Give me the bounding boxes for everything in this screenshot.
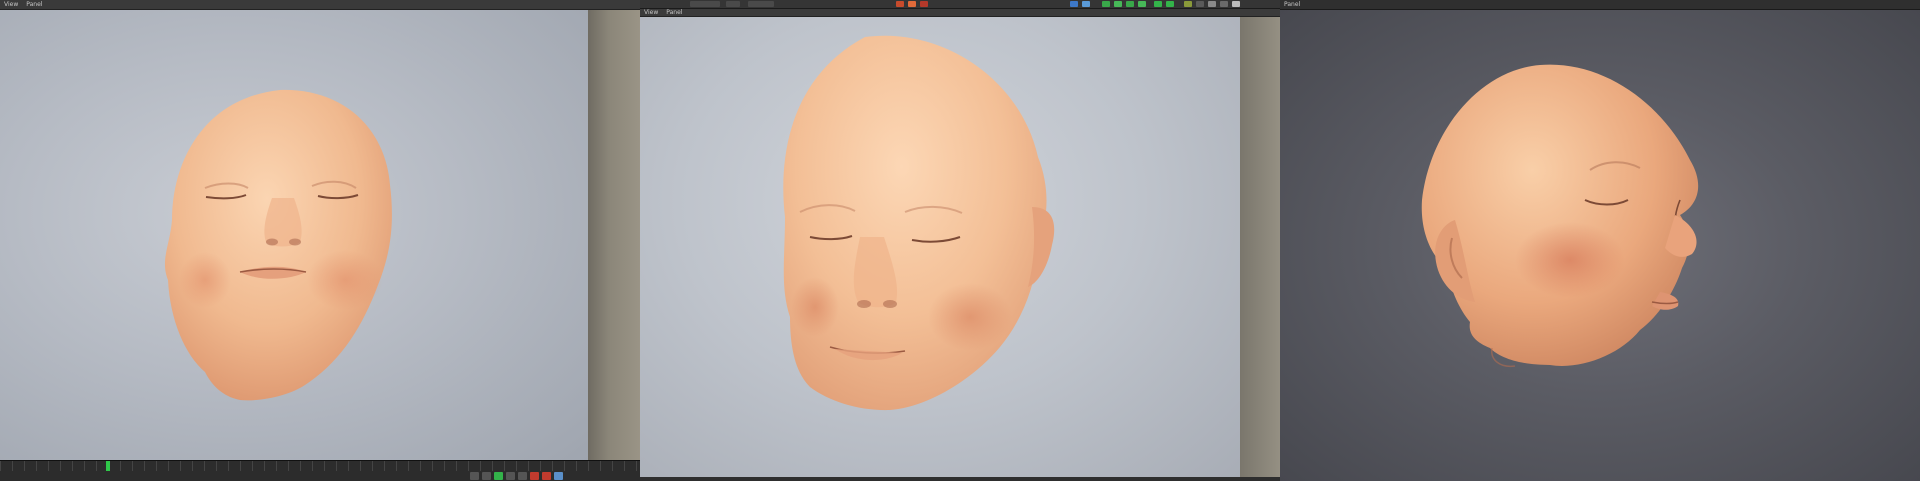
playhead[interactable] <box>106 461 110 471</box>
viewport-menubar: View Panel <box>640 9 1280 17</box>
tool-icon[interactable] <box>1232 1 1240 7</box>
viewport-window-three-quarter: View Panel <box>640 0 1280 481</box>
green-tool-icon[interactable] <box>1126 1 1134 7</box>
layout-icon[interactable] <box>1082 1 1090 7</box>
tool-icon[interactable] <box>1184 1 1192 7</box>
first-frame-icon[interactable] <box>470 472 479 480</box>
baby-head-model-front <box>164 89 392 401</box>
menu-panel[interactable]: Panel <box>26 0 42 10</box>
menu-panel[interactable]: Panel <box>666 8 682 18</box>
transport-controls <box>470 472 563 480</box>
menu-view[interactable]: View <box>4 0 18 10</box>
toolbar-group-icon[interactable] <box>690 1 720 7</box>
tool-icon[interactable] <box>1220 1 1228 7</box>
3d-viewport-front[interactable] <box>0 10 588 461</box>
side-panel <box>588 10 640 461</box>
timeline-ruler[interactable] <box>0 461 640 471</box>
menu-panel[interactable]: Panel <box>1284 0 1300 10</box>
3d-viewport-three-quarter[interactable] <box>640 17 1240 477</box>
screenshot-strip: View Panel View Panel Panel <box>0 0 1920 481</box>
green-tool-icon[interactable] <box>1166 1 1174 7</box>
auto-key-icon[interactable] <box>542 472 551 480</box>
baby-head-model-three-quarter <box>783 35 1055 411</box>
toolbar-tool-icon[interactable] <box>748 1 774 7</box>
render-settings-icon[interactable] <box>908 1 916 7</box>
3d-viewport-profile[interactable] <box>1280 10 1920 481</box>
play-icon[interactable] <box>494 472 503 480</box>
green-tool-icon[interactable] <box>1102 1 1110 7</box>
layout-icon[interactable] <box>1070 1 1078 7</box>
main-toolbar <box>640 0 1280 9</box>
green-tool-icon[interactable] <box>1114 1 1122 7</box>
render-view-icon[interactable] <box>920 1 928 7</box>
viewport-menubar: View Panel <box>0 0 640 10</box>
tool-icon[interactable] <box>1196 1 1204 7</box>
toolbar-tool-icon[interactable] <box>726 1 740 7</box>
menu-view[interactable]: View <box>644 8 658 18</box>
viewport-window-front: View Panel <box>0 0 640 481</box>
prev-frame-icon[interactable] <box>482 472 491 480</box>
record-icon[interactable] <box>530 472 539 480</box>
green-tool-icon[interactable] <box>1138 1 1146 7</box>
tool-icon[interactable] <box>1208 1 1216 7</box>
side-panel <box>1240 17 1280 477</box>
timeline[interactable] <box>0 460 640 481</box>
render-icon[interactable] <box>896 1 904 7</box>
baby-head-model-profile <box>1421 64 1699 368</box>
last-frame-icon[interactable] <box>518 472 527 480</box>
viewport-menubar: Panel <box>1280 0 1920 10</box>
viewport-window-profile: Panel <box>1280 0 1920 481</box>
next-frame-icon[interactable] <box>506 472 515 480</box>
settings-icon[interactable] <box>554 472 563 480</box>
green-tool-icon[interactable] <box>1154 1 1162 7</box>
